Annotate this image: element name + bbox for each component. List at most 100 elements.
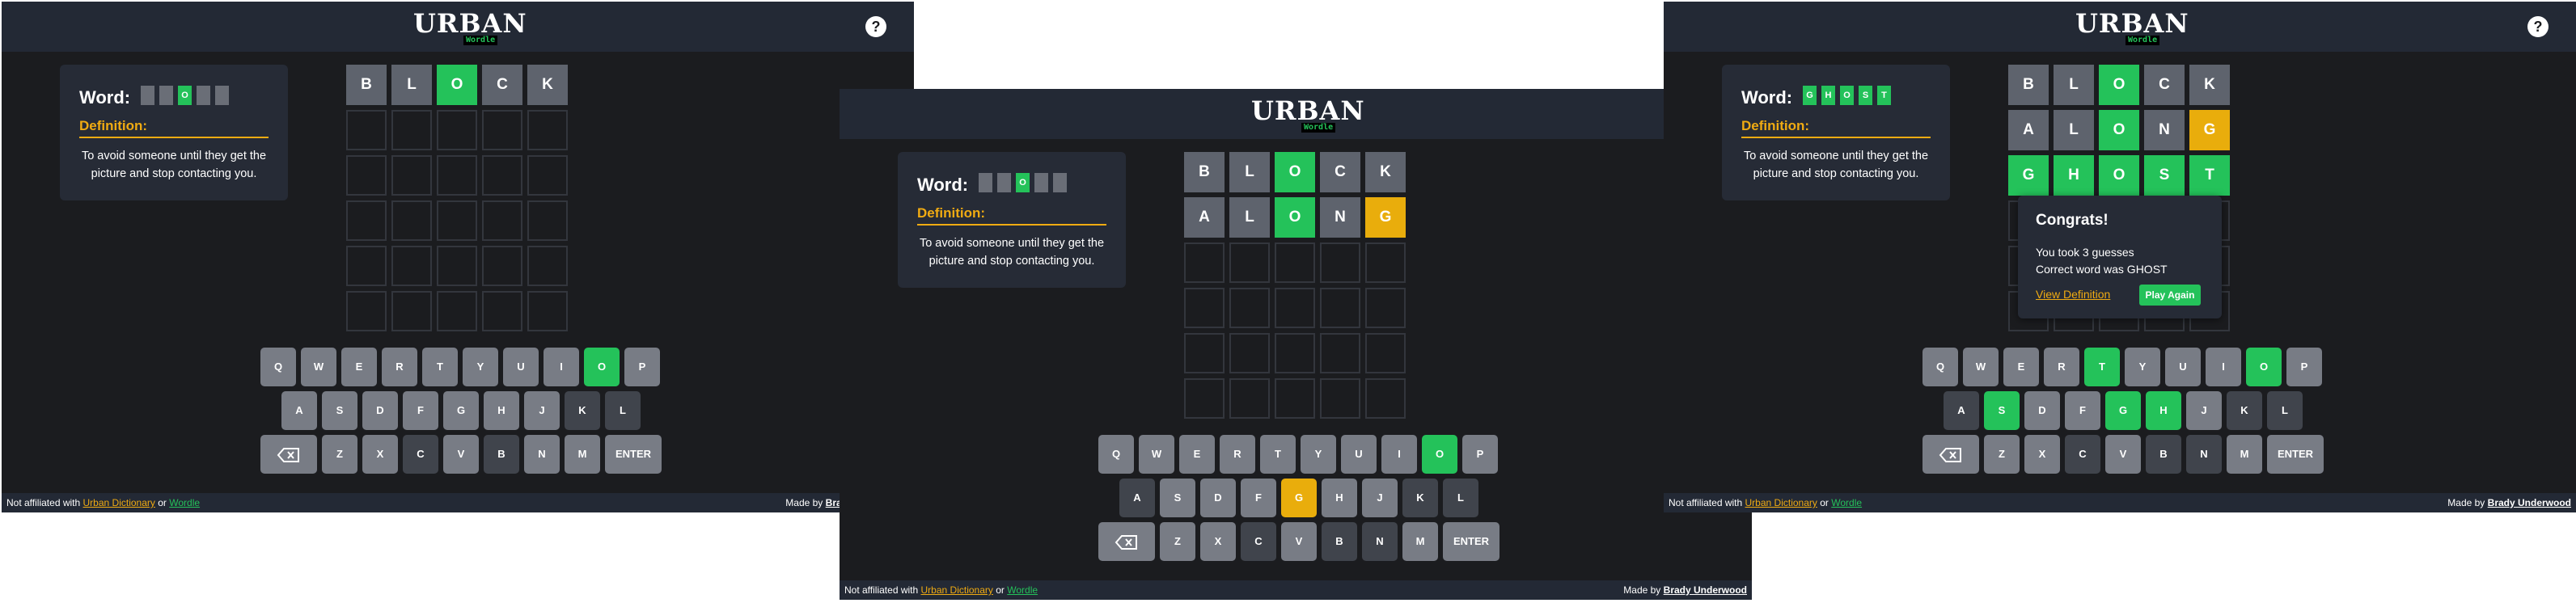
key-o[interactable]: O [1422, 435, 1457, 474]
key-z[interactable]: Z [322, 435, 357, 474]
key-k[interactable]: K [2227, 391, 2262, 430]
key-g[interactable]: G [2105, 391, 2141, 430]
key-e[interactable]: E [341, 348, 377, 386]
key-b[interactable]: B [484, 435, 519, 474]
key-f[interactable]: F [403, 391, 438, 430]
key-j[interactable]: J [1362, 479, 1398, 517]
key-i[interactable]: I [1381, 435, 1417, 474]
app-logo[interactable]: URBAN Wordle [413, 10, 527, 47]
wordle-link[interactable]: Wordle [1007, 584, 1038, 596]
key-y[interactable]: Y [1301, 435, 1336, 474]
key-u[interactable]: U [503, 348, 539, 386]
urban-dictionary-link[interactable]: Urban Dictionary [83, 497, 155, 508]
key-b[interactable]: B [1322, 522, 1357, 561]
key-r[interactable]: R [382, 348, 417, 386]
key-q[interactable]: Q [260, 348, 296, 386]
key-o[interactable]: O [2246, 348, 2282, 386]
backspace-key[interactable] [1098, 522, 1155, 561]
key-d[interactable]: D [1200, 479, 1236, 517]
key-u[interactable]: U [1341, 435, 1377, 474]
key-c[interactable]: C [403, 435, 438, 474]
key-s[interactable]: S [1984, 391, 2020, 430]
key-t[interactable]: T [2084, 348, 2120, 386]
key-t[interactable]: T [422, 348, 458, 386]
view-definition-link[interactable]: View Definition [2036, 288, 2110, 301]
key-s[interactable]: S [1160, 479, 1195, 517]
key-z[interactable]: Z [1984, 435, 2020, 474]
wordle-link[interactable]: Wordle [169, 497, 200, 508]
key-y[interactable]: Y [463, 348, 498, 386]
key-q[interactable]: Q [1922, 348, 1958, 386]
key-t[interactable]: T [1260, 435, 1296, 474]
key-p[interactable]: P [624, 348, 660, 386]
key-a[interactable]: A [1944, 391, 1979, 430]
key-d[interactable]: D [362, 391, 398, 430]
key-m[interactable]: M [2227, 435, 2262, 474]
enter-key[interactable]: ENTER [1443, 522, 1499, 561]
backspace-key[interactable] [1922, 435, 1979, 474]
key-w[interactable]: W [301, 348, 336, 386]
author-link[interactable]: Brady Underwood [2488, 497, 2571, 508]
key-e[interactable]: E [1179, 435, 1215, 474]
key-r[interactable]: R [1220, 435, 1255, 474]
key-p[interactable]: P [1462, 435, 1498, 474]
key-w[interactable]: W [1139, 435, 1174, 474]
key-b[interactable]: B [2146, 435, 2181, 474]
key-c[interactable]: C [1241, 522, 1276, 561]
key-v[interactable]: V [2105, 435, 2141, 474]
key-r[interactable]: R [2044, 348, 2079, 386]
key-j[interactable]: J [2186, 391, 2222, 430]
urban-dictionary-link[interactable]: Urban Dictionary [921, 584, 993, 596]
key-a[interactable]: A [281, 391, 317, 430]
play-again-button[interactable]: Play Again [2139, 285, 2201, 306]
key-h[interactable]: H [484, 391, 519, 430]
key-l[interactable]: L [1443, 479, 1478, 517]
key-y[interactable]: Y [2125, 348, 2160, 386]
wordle-link[interactable]: Wordle [1831, 497, 1862, 508]
key-u[interactable]: U [2165, 348, 2201, 386]
key-h[interactable]: H [2146, 391, 2181, 430]
key-l[interactable]: L [2267, 391, 2303, 430]
key-o[interactable]: O [584, 348, 620, 386]
grid-cell: A [1184, 197, 1225, 238]
app-logo[interactable]: URBAN Wordle [1251, 97, 1364, 134]
enter-key[interactable]: ENTER [605, 435, 662, 474]
app-logo[interactable]: URBAN Wordle [2075, 10, 2189, 47]
key-h[interactable]: H [1322, 479, 1357, 517]
key-f[interactable]: F [2065, 391, 2100, 430]
author-link[interactable]: Brady Underwood [1664, 584, 1747, 596]
key-v[interactable]: V [443, 435, 479, 474]
key-d[interactable]: D [2024, 391, 2060, 430]
key-x[interactable]: X [2024, 435, 2060, 474]
key-j[interactable]: J [524, 391, 560, 430]
key-i[interactable]: I [2206, 348, 2241, 386]
key-x[interactable]: X [362, 435, 398, 474]
enter-key[interactable]: ENTER [2267, 435, 2324, 474]
key-n[interactable]: N [524, 435, 560, 474]
key-f[interactable]: F [1241, 479, 1276, 517]
backspace-key[interactable] [260, 435, 317, 474]
key-v[interactable]: V [1281, 522, 1317, 561]
help-icon[interactable]: ? [2527, 16, 2549, 37]
key-x[interactable]: X [1200, 522, 1236, 561]
key-g[interactable]: G [1281, 479, 1317, 517]
key-s[interactable]: S [322, 391, 357, 430]
urban-dictionary-link[interactable]: Urban Dictionary [1745, 497, 1817, 508]
key-m[interactable]: M [1402, 522, 1438, 561]
key-i[interactable]: I [544, 348, 579, 386]
key-k[interactable]: K [1402, 479, 1438, 517]
key-q[interactable]: Q [1098, 435, 1134, 474]
help-icon[interactable]: ? [865, 16, 886, 37]
key-z[interactable]: Z [1160, 522, 1195, 561]
key-e[interactable]: E [2003, 348, 2039, 386]
key-c[interactable]: C [2065, 435, 2100, 474]
key-k[interactable]: K [565, 391, 600, 430]
key-g[interactable]: G [443, 391, 479, 430]
key-l[interactable]: L [605, 391, 641, 430]
key-n[interactable]: N [1362, 522, 1398, 561]
key-m[interactable]: M [565, 435, 600, 474]
key-a[interactable]: A [1119, 479, 1155, 517]
key-w[interactable]: W [1963, 348, 1999, 386]
key-p[interactable]: P [2286, 348, 2322, 386]
key-n[interactable]: N [2186, 435, 2222, 474]
